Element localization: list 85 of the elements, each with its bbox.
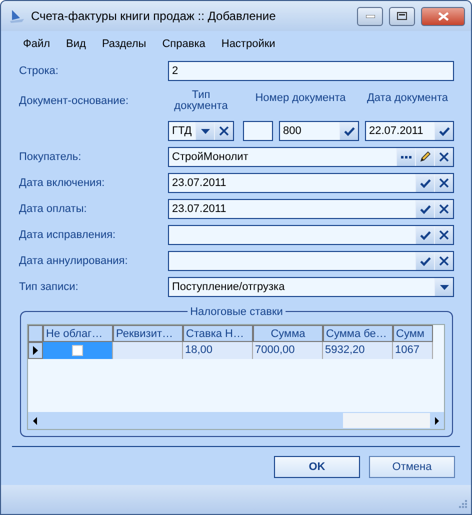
- field-label: Дата включения:: [19, 176, 106, 191]
- confirm-button[interactable]: [434, 122, 453, 140]
- confirm-button[interactable]: [415, 226, 434, 244]
- dropdown-field[interactable]: Поступление/отгрузка: [168, 277, 454, 297]
- column-header[interactable]: Сумма: [253, 325, 323, 342]
- column-header[interactable]: Сумма бе…: [323, 325, 393, 342]
- dropdown-button[interactable]: [434, 278, 453, 296]
- close-icon: [439, 230, 449, 240]
- header-corner: [28, 325, 43, 342]
- pencil-icon: [419, 151, 431, 163]
- close-icon: [439, 256, 449, 266]
- date-field[interactable]: [168, 225, 454, 245]
- field-label: Покупатель:: [19, 150, 82, 165]
- column-header: Номер документа: [254, 91, 347, 106]
- clear-button[interactable]: [434, 252, 453, 270]
- dialog-button[interactable]: OK: [274, 456, 360, 478]
- confirm-button[interactable]: [415, 200, 434, 218]
- clear-button[interactable]: [214, 122, 233, 140]
- input-field[interactable]: 800: [279, 121, 359, 141]
- current-row-icon: [33, 346, 38, 355]
- column-header[interactable]: Реквизит…: [113, 325, 183, 342]
- browse-button[interactable]: [396, 148, 415, 166]
- edit-button[interactable]: [415, 148, 434, 166]
- ellipsis-icon: [400, 156, 412, 158]
- field-label: Тип записи:: [19, 280, 80, 295]
- field-label: Дата оплаты:: [19, 202, 88, 217]
- table-cell: 7000,00: [253, 342, 323, 359]
- maximize-button[interactable]: [389, 6, 415, 26]
- minimize-button[interactable]: [357, 6, 383, 26]
- date-field[interactable]: [168, 251, 454, 271]
- menu-item[interactable]: Вид: [58, 36, 94, 52]
- field-label: Строка:: [19, 64, 60, 79]
- close-button[interactable]: [421, 6, 465, 26]
- close-icon: [439, 178, 449, 188]
- menu-item[interactable]: Справка: [154, 36, 214, 52]
- check-icon: [438, 126, 450, 136]
- clear-button[interactable]: [434, 174, 453, 192]
- column-header[interactable]: Ставка Н…: [183, 325, 253, 342]
- check-icon: [420, 256, 430, 266]
- check-icon: [420, 178, 430, 188]
- resize-grip-icon: [458, 499, 467, 508]
- close-icon: [439, 152, 449, 162]
- horizontal-scrollbar[interactable]: [28, 412, 444, 429]
- close-icon: [439, 204, 449, 214]
- date-field[interactable]: 23.07.2011: [168, 173, 454, 193]
- date-field[interactable]: 22.07.2011: [365, 121, 454, 141]
- table-cell: 1067: [393, 342, 433, 359]
- menu-item[interactable]: Настройки: [213, 36, 284, 52]
- app-icon: [9, 8, 25, 24]
- column-header: Тип документа: [173, 90, 229, 112]
- lookup-field[interactable]: СтройМонолит: [168, 147, 454, 167]
- minimize-icon: [366, 14, 374, 18]
- clear-button[interactable]: [434, 200, 453, 218]
- checkbox[interactable]: [72, 345, 83, 356]
- clear-button[interactable]: [434, 148, 453, 166]
- dropdown-arrow-icon: [200, 128, 210, 134]
- confirm-button[interactable]: [415, 174, 434, 192]
- maximize-icon: [397, 12, 407, 20]
- dropdown-field[interactable]: ГТД: [168, 121, 234, 141]
- table-cell: 5932,20: [323, 342, 393, 359]
- field-label: Документ-основание:: [19, 94, 130, 109]
- table-cell: 18,00: [183, 342, 253, 359]
- dropdown-button[interactable]: [195, 122, 214, 140]
- input-field[interactable]: [243, 121, 273, 141]
- window-title: Счета-фактуры книги продаж :: Добавление: [31, 8, 277, 25]
- confirm-button[interactable]: [415, 252, 434, 270]
- field-label: Дата исправления:: [19, 228, 117, 243]
- check-icon: [420, 204, 430, 214]
- column-header[interactable]: Не облаг…: [43, 325, 113, 342]
- menu-item[interactable]: Разделы: [94, 36, 154, 52]
- dialog-button[interactable]: Отмена: [369, 456, 455, 478]
- column-header[interactable]: Сумм: [393, 325, 433, 342]
- close-icon: [219, 126, 229, 136]
- field-label: Дата аннулирования:: [19, 254, 129, 269]
- check-icon: [420, 230, 430, 240]
- input-field[interactable]: 2: [168, 61, 454, 81]
- confirm-button[interactable]: [339, 122, 358, 140]
- column-header: Дата документа: [366, 91, 450, 106]
- check-icon: [344, 126, 354, 136]
- date-field[interactable]: 23.07.2011: [168, 199, 454, 219]
- clear-button[interactable]: [434, 226, 453, 244]
- close-icon: [438, 12, 448, 20]
- row-indicator[interactable]: [28, 342, 43, 359]
- dropdown-arrow-icon: [440, 284, 448, 290]
- menu-item[interactable]: Файл: [15, 36, 58, 52]
